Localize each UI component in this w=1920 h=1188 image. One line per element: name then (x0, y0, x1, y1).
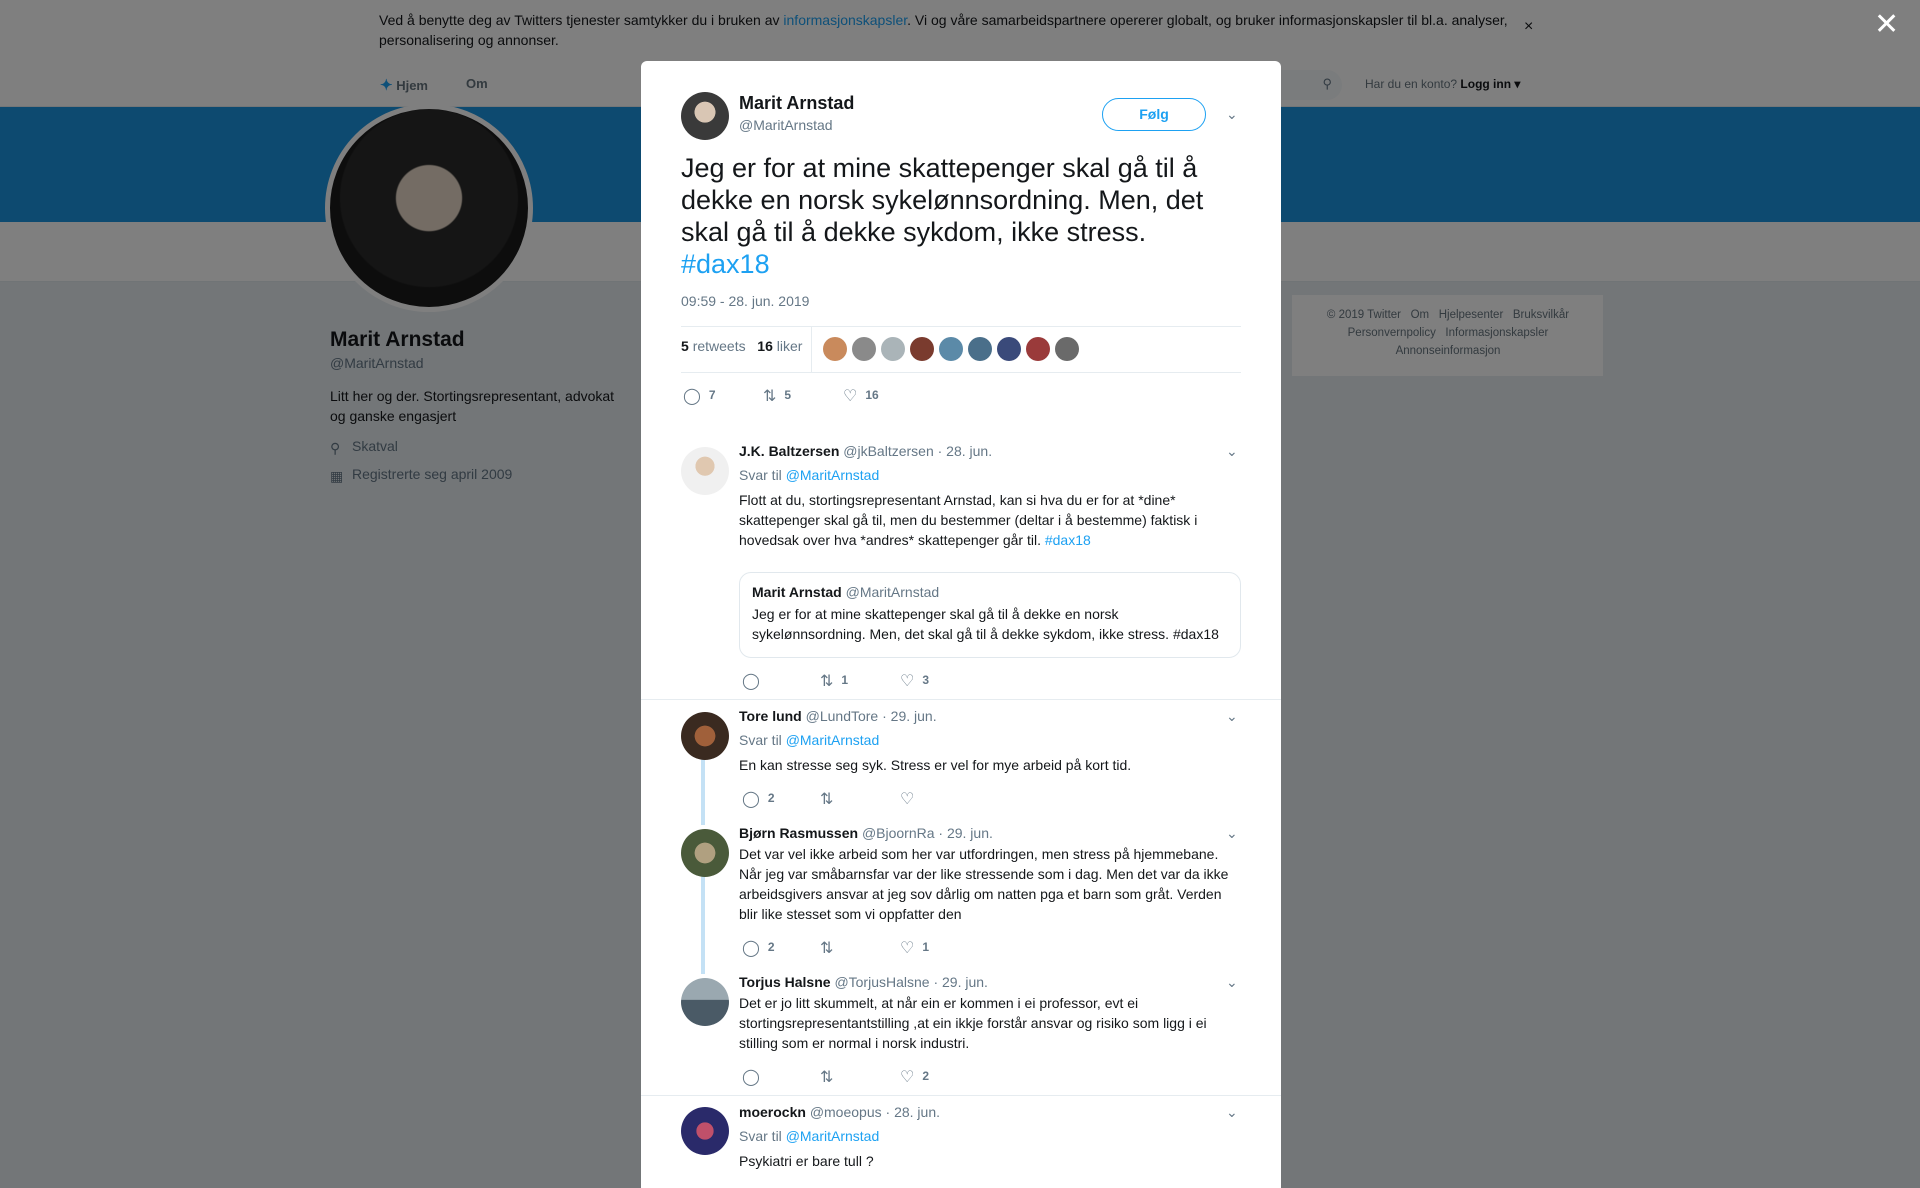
chevron-down-icon[interactable]: ⌄ (1226, 708, 1238, 725)
reply-to: Svar til @MaritArnstad (739, 467, 880, 483)
heart-icon: ♡ (843, 388, 858, 405)
hashtag-link[interactable]: #dax18 (1045, 532, 1091, 548)
reply-text: Det var vel ikke arbeid som her var utfo… (739, 846, 1229, 922)
chevron-down-icon[interactable]: ⌄ (1226, 825, 1238, 842)
like-button[interactable]: ♡ 2 (900, 1067, 929, 1087)
reply-text: Psykiatri er bare tull ? (739, 1153, 874, 1169)
reply-to: Svar til @MaritArnstad (739, 1128, 880, 1144)
divider (681, 326, 1241, 327)
reply-button[interactable]: ◯ (742, 671, 768, 691)
liker-avatar[interactable] (1055, 337, 1079, 361)
reply-text: Flott at du, stortingsrepresentant Arnst… (739, 492, 1198, 548)
avatar[interactable] (681, 712, 729, 760)
heart-icon: ♡ (900, 1069, 915, 1086)
retweet-button[interactable]: ⇅ (820, 789, 841, 809)
reply-button[interactable]: ◯ (742, 1067, 768, 1087)
divider (641, 1095, 1281, 1096)
chevron-down-icon[interactable]: ⌄ (1226, 974, 1238, 991)
tweet-stats[interactable]: 5 retweets 16 liker (681, 338, 802, 354)
divider (681, 372, 1241, 373)
mention-link[interactable]: @MaritArnstad (786, 467, 880, 483)
avatar[interactable] (681, 829, 729, 877)
like-button[interactable]: ♡ 1 (900, 938, 929, 958)
liker-avatar[interactable] (823, 337, 847, 361)
close-icon[interactable]: ✕ (1874, 10, 1899, 40)
retweet-icon: ⇅ (820, 1069, 834, 1086)
retweet-button[interactable]: ⇅ 1 (820, 671, 848, 691)
reply-author[interactable]: Bjørn Rasmussen @BjoornRa · 29. jun. (739, 825, 993, 841)
like-button[interactable]: ♡ 3 (900, 671, 929, 691)
liker-avatar[interactable] (1026, 337, 1050, 361)
reply-button[interactable]: ◯ 2 (742, 789, 775, 809)
quoted-text: Jeg er for at mine skattepenger skal gå … (752, 606, 1219, 642)
tweet-author-handle[interactable]: @MaritArnstad (739, 117, 833, 133)
retweet-icon: ⇅ (763, 388, 777, 405)
heart-icon: ♡ (900, 673, 915, 690)
chevron-down-icon[interactable]: ⌄ (1226, 106, 1238, 123)
stats-separator (811, 327, 812, 372)
follow-button[interactable]: Følg (1102, 98, 1206, 131)
retweet-button[interactable]: ⇅ (820, 938, 841, 958)
divider (641, 699, 1281, 700)
heart-icon: ♡ (900, 940, 915, 957)
mention-link[interactable]: @MaritArnstad (786, 1128, 880, 1144)
retweet-button[interactable]: ⇅ (820, 1067, 841, 1087)
tweet-author-name[interactable]: Marit Arnstad (739, 93, 854, 114)
tweet-timestamp[interactable]: 09:59 - 28. jun. 2019 (681, 293, 809, 309)
reply-author[interactable]: Torjus Halsne @TorjusHalsne · 29. jun. (739, 974, 988, 990)
tweet-text: Jeg er for at mine skattepenger skal gå … (681, 153, 1204, 279)
thread-line (701, 876, 705, 974)
reply-icon: ◯ (742, 791, 760, 808)
reply-to: Svar til @MaritArnstad (739, 732, 880, 748)
liker-avatar[interactable] (910, 337, 934, 361)
hashtag-link[interactable]: #dax18 (681, 249, 770, 279)
heart-icon: ♡ (900, 791, 915, 808)
avatar[interactable] (681, 1107, 729, 1155)
liker-avatar[interactable] (881, 337, 905, 361)
liker-avatar[interactable] (997, 337, 1021, 361)
chevron-down-icon[interactable]: ⌄ (1226, 443, 1238, 460)
retweet-icon: ⇅ (820, 673, 834, 690)
reply-button[interactable]: ◯ 7 (683, 386, 716, 406)
reply-text: Det er jo litt skummelt, at når ein er k… (739, 995, 1207, 1051)
reply-icon: ◯ (742, 673, 760, 690)
reply-icon: ◯ (742, 1069, 760, 1086)
reply-icon: ◯ (683, 388, 701, 405)
reply-author[interactable]: J.K. Baltzersen @jkBaltzersen · 28. jun. (739, 443, 992, 459)
quoted-author: Marit Arnstad @MaritArnstad (752, 584, 940, 600)
liker-avatar[interactable] (939, 337, 963, 361)
reply-icon: ◯ (742, 940, 760, 957)
avatar[interactable] (681, 978, 729, 1026)
liker-avatar[interactable] (852, 337, 876, 361)
retweet-button[interactable]: ⇅ 5 (763, 386, 791, 406)
chevron-down-icon[interactable]: ⌄ (1226, 1104, 1238, 1121)
liker-avatar[interactable] (968, 337, 992, 361)
thread-line (701, 759, 705, 825)
avatar[interactable] (681, 447, 729, 495)
retweet-icon: ⇅ (820, 791, 834, 808)
reply-author[interactable]: moerockn @moeopus · 28. jun. (739, 1104, 940, 1120)
avatar[interactable] (681, 92, 729, 140)
retweet-icon: ⇅ (820, 940, 834, 957)
like-button[interactable]: ♡ (900, 789, 922, 809)
reply-author[interactable]: Tore lund @LundTore · 29. jun. (739, 708, 937, 724)
reply-text: En kan stresse seg syk. Stress er vel fo… (739, 757, 1132, 773)
mention-link[interactable]: @MaritArnstad (786, 732, 880, 748)
reply-button[interactable]: ◯ 2 (742, 938, 775, 958)
like-button[interactable]: ♡ 16 (843, 386, 879, 406)
